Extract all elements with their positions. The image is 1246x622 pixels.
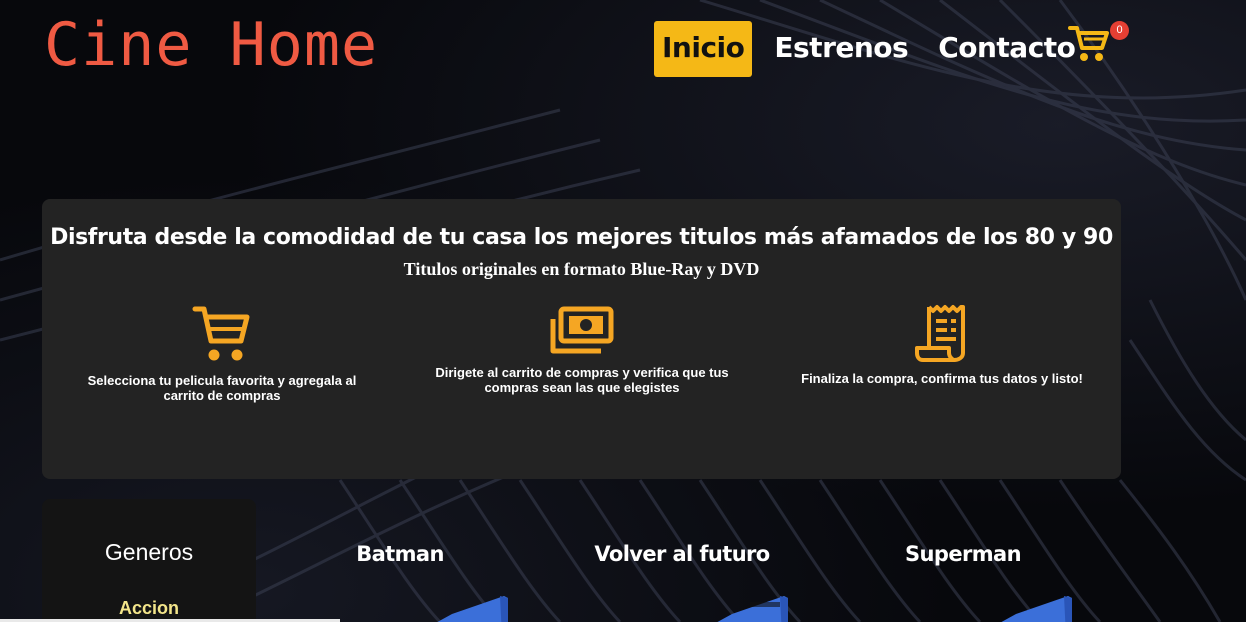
product-card-volver-al-futuro[interactable]: Volver al futuro [552,542,812,622]
product-cover [717,596,788,622]
step-verify-text: Dirigete al carrito de compras y verific… [435,365,729,395]
step-finish: Finaliza la compra, confirma tus datos y… [792,303,1092,386]
genre-item-accion[interactable]: Accion [42,598,256,619]
genres-sidebar: Generos Accion [42,499,256,622]
nav-item-contacto[interactable]: Contacto [930,21,1083,77]
step-finish-text: Finaliza la compra, confirma tus datos y… [801,371,1083,386]
cart-icon [1068,26,1109,61]
hero-panel: Disfruta desde la comodidad de tu casa l… [42,199,1121,479]
product-card-batman[interactable]: Batman [270,542,530,622]
money-bill-icon [550,306,614,354]
product-title: Superman [905,542,1022,566]
cart-count-badge: 0 [1110,21,1129,40]
step-select: Selecciona tu pelicula favorita y agrega… [72,303,372,403]
nav-item-estrenos[interactable]: Estrenos [766,21,916,77]
product-cover [437,596,508,622]
receipt-icon [915,305,965,362]
logo[interactable]: Cine Home [44,10,378,80]
shopping-cart-icon [192,306,250,361]
hero-title: Disfruta desde la comodidad de tu casa l… [50,225,1113,250]
genres-title: Generos [104,539,194,565]
hero-subtitle: Titulos originales en formato Blue-Ray y… [403,259,760,279]
nav-item-inicio[interactable]: Inicio [654,21,753,77]
product-title: Batman [356,542,444,566]
step-verify: Dirigete al carrito de compras y verific… [432,303,732,395]
page: Cine Home Inicio Estrenos Contacto 0 Dis… [0,0,1246,622]
product-title: Volver al futuro [594,542,770,566]
step-select-text: Selecciona tu pelicula favorita y agrega… [87,373,357,403]
main-nav: Inicio Estrenos Contacto [654,21,1097,77]
product-cover [1001,596,1072,622]
product-card-superman[interactable]: Superman [833,542,1093,622]
